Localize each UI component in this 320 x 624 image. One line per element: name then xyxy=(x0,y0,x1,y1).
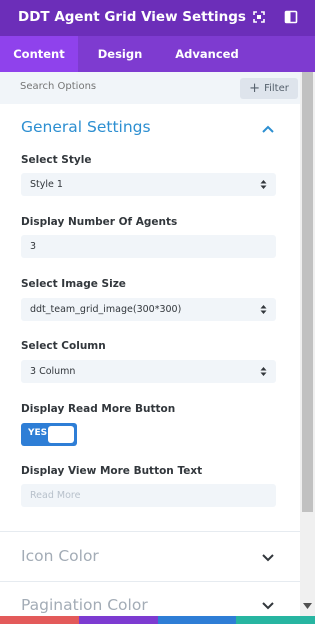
section-divider xyxy=(0,531,300,532)
sidebar-toggle-icon[interactable] xyxy=(284,10,298,24)
section-divider xyxy=(0,581,300,582)
display-number-label: Display Number Of Agents xyxy=(21,216,178,228)
select-column-value: 3 Column xyxy=(30,366,76,377)
modal-title: DDT Agent Grid View Settings xyxy=(18,9,246,25)
toggle-state-label: YES xyxy=(28,428,48,438)
search-input[interactable] xyxy=(20,81,220,92)
section-title-pagination-color[interactable]: Pagination Color xyxy=(21,596,148,614)
section-title-icon-color[interactable]: Icon Color xyxy=(21,547,99,565)
bottom-bar-segment-purple[interactable] xyxy=(78,616,158,624)
read-more-button-label: Display Read More Button xyxy=(21,403,176,415)
expand-icon[interactable] xyxy=(252,10,266,24)
chevron-up-icon[interactable] xyxy=(261,124,275,134)
select-column-dropdown[interactable]: 3 Column xyxy=(21,360,276,383)
filter-label: Filter xyxy=(264,83,289,94)
toggle-knob xyxy=(48,426,74,443)
select-style-value: Style 1 xyxy=(30,179,63,190)
dropdown-arrows-icon xyxy=(260,305,267,314)
bottom-bar-segment-green[interactable] xyxy=(236,616,315,624)
image-size-value: ddt_team_grid_image(300*300) xyxy=(30,304,182,315)
bottom-bar-segment-red[interactable] xyxy=(0,616,79,624)
scrollbar-thumb[interactable] xyxy=(302,72,313,512)
bottom-bar-segment-blue[interactable] xyxy=(157,616,237,624)
scroll-down-arrow-icon[interactable] xyxy=(303,603,312,609)
image-size-label: Select Image Size xyxy=(21,278,126,290)
image-size-dropdown[interactable]: ddt_team_grid_image(300*300) xyxy=(21,298,276,321)
tab-advanced[interactable]: Advanced xyxy=(166,36,248,72)
dropdown-arrows-icon xyxy=(260,180,267,189)
tab-content[interactable]: Content xyxy=(0,36,78,72)
tab-bar: Content Design Advanced xyxy=(0,36,315,72)
view-more-text-input[interactable]: Read More xyxy=(21,484,276,507)
display-number-input[interactable]: 3 xyxy=(21,235,276,258)
section-title-general-settings[interactable]: General Settings xyxy=(21,118,151,136)
chevron-down-icon[interactable] xyxy=(261,553,275,563)
bottom-action-bar xyxy=(0,616,315,624)
tab-design[interactable]: Design xyxy=(84,36,156,72)
select-style-label: Select Style xyxy=(21,154,92,166)
select-style-dropdown[interactable]: Style 1 xyxy=(21,173,276,196)
settings-header: DDT Agent Grid View Settings xyxy=(0,0,315,36)
read-more-toggle[interactable]: YES xyxy=(21,423,77,446)
view-more-text-label: Display View More Button Text xyxy=(21,465,203,477)
chevron-down-icon[interactable] xyxy=(261,601,275,611)
dropdown-arrows-icon xyxy=(260,367,267,376)
plus-icon: + xyxy=(249,81,261,96)
select-column-label: Select Column xyxy=(21,340,106,352)
filter-button[interactable]: + Filter xyxy=(240,78,298,99)
